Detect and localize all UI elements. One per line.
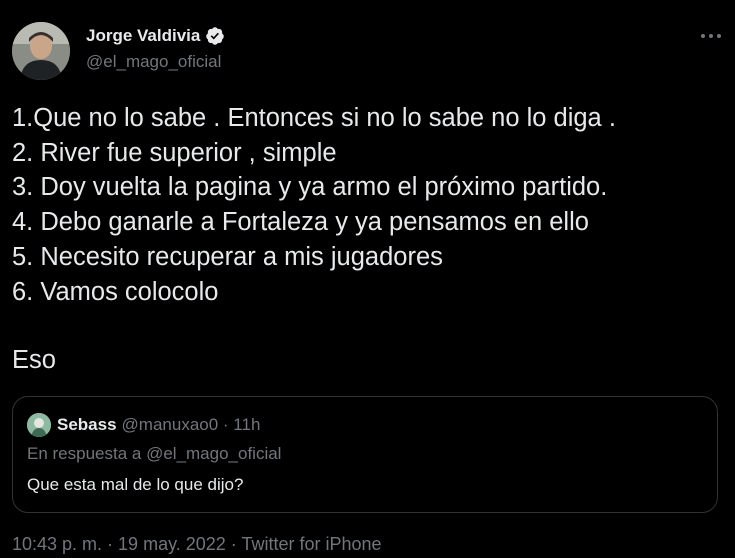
quoted-author-meta: @manuxao0 · 11h: [121, 415, 261, 434]
more-options-icon[interactable]: [699, 26, 723, 46]
author-name[interactable]: Jorge Valdivia: [86, 26, 200, 46]
quoted-tweet-header: Sebass @manuxao0 · 11h: [27, 413, 260, 437]
tweet-line: 3. Doy vuelta la pagina y ya armo el pró…: [12, 173, 608, 202]
tweet-line: 2. River fue superior , simple: [12, 138, 337, 167]
quoted-tweet-text: Que esta mal de lo que dijo?: [27, 475, 244, 494]
tweet: Jorge Valdivia @el_mago_oficial 1.Que no…: [0, 0, 735, 558]
quoted-author-avatar[interactable]: [27, 413, 51, 437]
author-handle[interactable]: @el_mago_oficial: [86, 52, 221, 72]
verified-badge-icon: [206, 27, 225, 45]
author-avatar[interactable]: [12, 22, 70, 80]
author-name-row: Jorge Valdivia: [86, 26, 225, 46]
tweet-header: Jorge Valdivia @el_mago_oficial: [12, 20, 723, 80]
more-dot: [701, 34, 705, 38]
quoted-author-name[interactable]: Sebass: [57, 415, 117, 435]
tweet-line: 6. Vamos colocolo: [12, 277, 219, 306]
more-dot: [717, 34, 721, 38]
tweet-line: 5. Necesito recuperar a mis jugadores: [12, 242, 443, 271]
more-dot: [709, 34, 713, 38]
tweet-line: 4. Debo ganarle a Fortaleza y ya pensamo…: [12, 208, 589, 237]
quoted-tweet[interactable]: Sebass @manuxao0 · 11h En respuesta a @e…: [12, 396, 718, 513]
quoted-reply-context: En respuesta a @el_mago_oficial: [27, 444, 282, 463]
tweet-timestamp[interactable]: 10:43 p. m. · 19 may. 2022 · Twitter for…: [12, 534, 382, 555]
tweet-body: 1.Que no lo sabe . Entonces si no lo sab…: [12, 101, 723, 378]
tweet-line: 1.Que no lo sabe . Entonces si no lo sab…: [12, 104, 616, 132]
tweet-closing-line: Eso: [12, 346, 56, 375]
